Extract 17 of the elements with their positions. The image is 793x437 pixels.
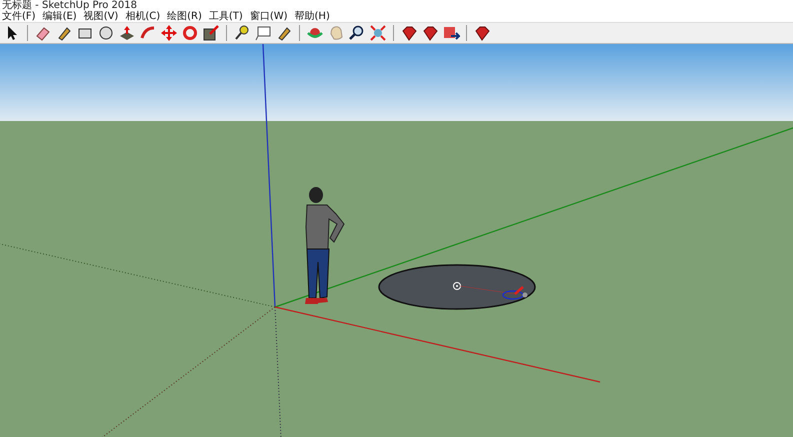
radius-guide-line xyxy=(460,286,516,294)
rotate-icon[interactable] xyxy=(180,23,200,43)
pencil-cursor-icon xyxy=(502,286,528,300)
menu-item[interactable]: 窗口(W) xyxy=(250,11,288,22)
menu-item[interactable]: 相机(C) xyxy=(125,11,160,22)
menu-item[interactable]: 编辑(E) xyxy=(42,11,77,22)
window-title: 无标题 - SketchUp Pro 2018 xyxy=(2,0,137,11)
menu-item[interactable]: 帮助(H) xyxy=(294,11,330,22)
zoom-extents-icon[interactable] xyxy=(368,23,388,43)
menu-item[interactable]: 工具(T) xyxy=(208,11,243,22)
scale-icon[interactable] xyxy=(201,23,221,43)
3d-viewport[interactable] xyxy=(0,44,793,437)
menu-item[interactable]: 绘图(R) xyxy=(167,11,202,22)
move-icon[interactable] xyxy=(159,23,179,43)
menu-item[interactable]: 文件(F) xyxy=(2,11,36,22)
menu-item[interactable]: 视图(V) xyxy=(84,11,118,22)
center-point-icon xyxy=(453,282,461,290)
